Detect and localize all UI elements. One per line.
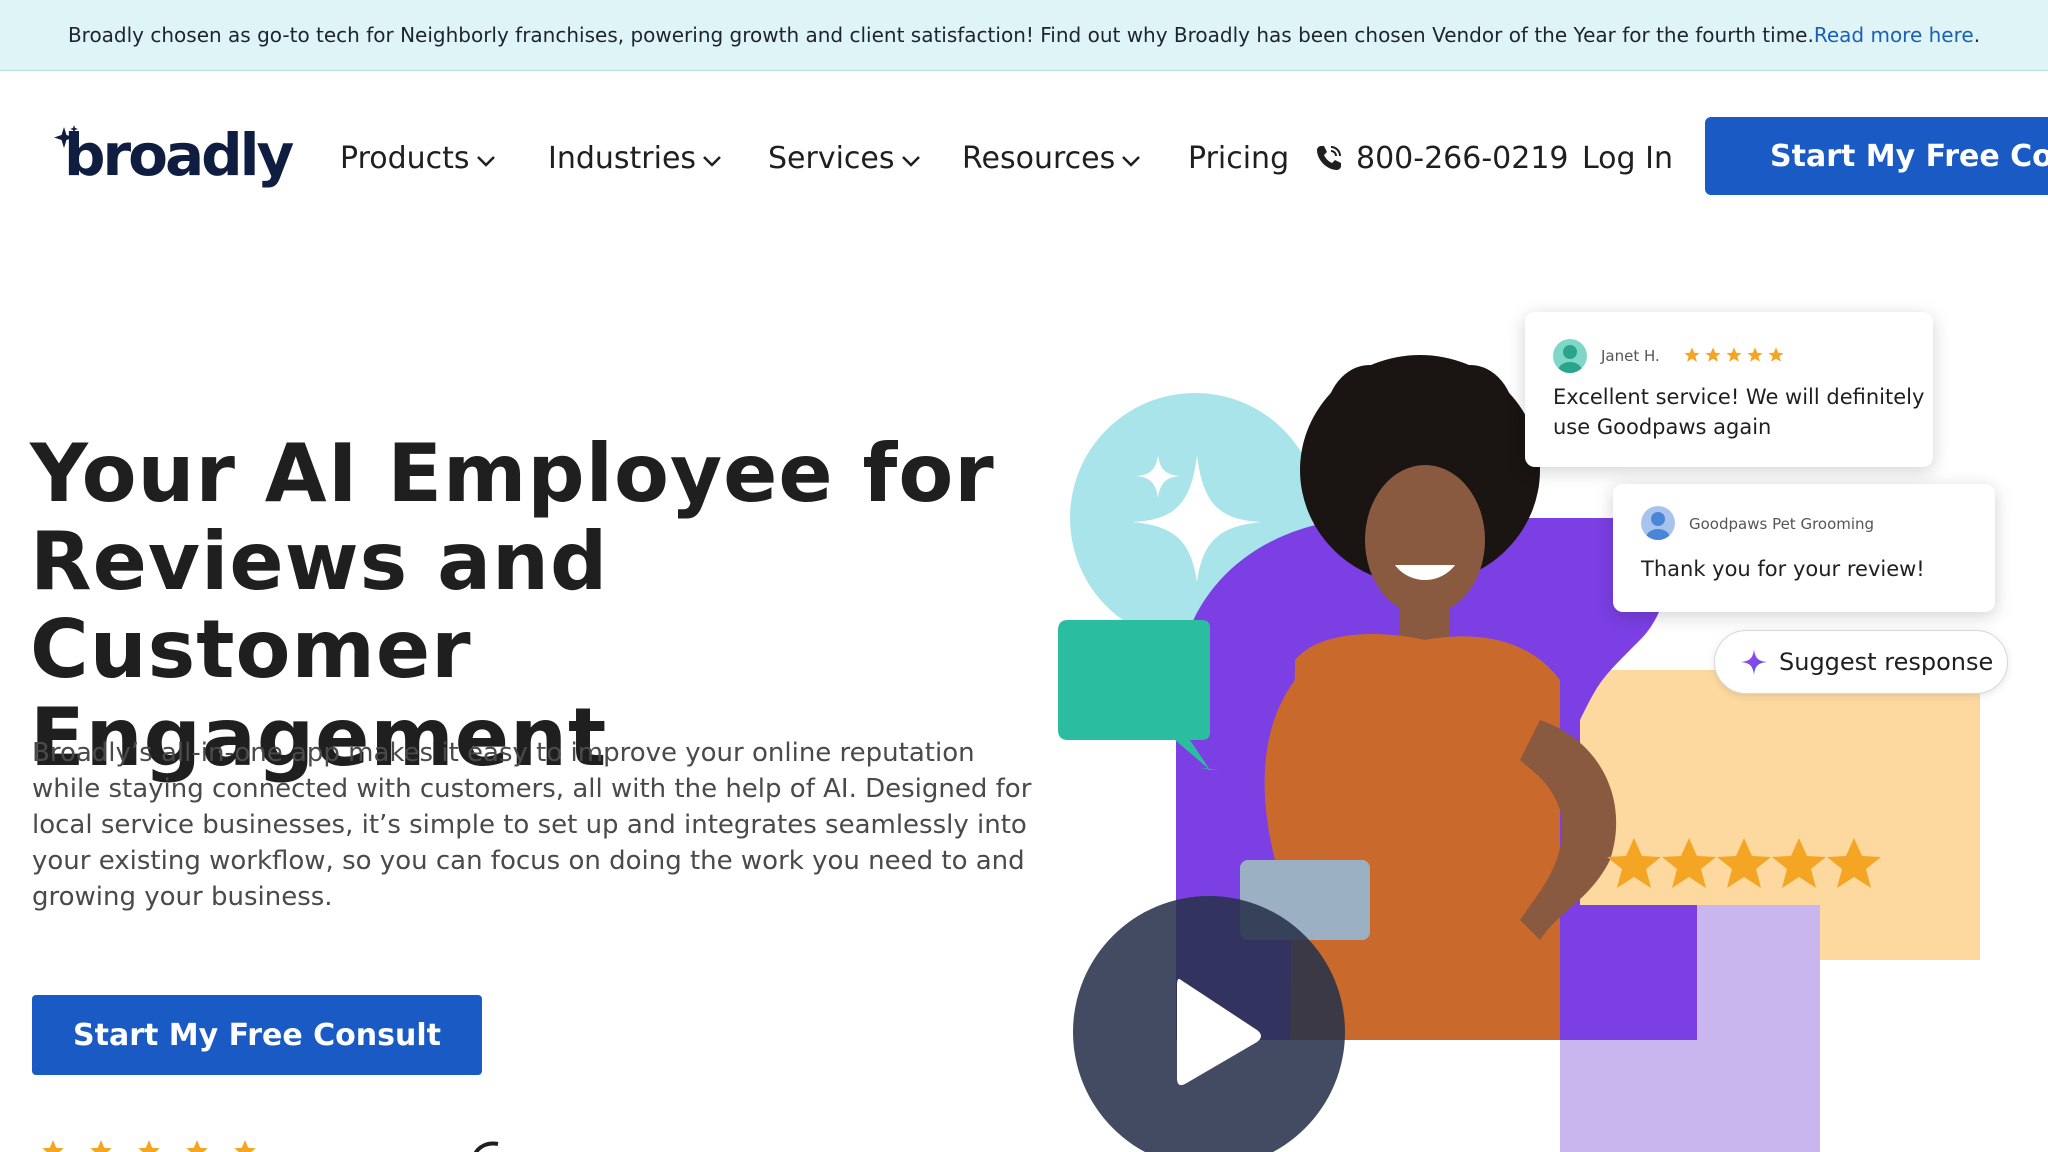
reply-text: Thank you for your review!: [1641, 557, 1925, 581]
banner-suffix: .: [1973, 23, 1981, 47]
review-text: Excellent service! We will definitely us…: [1553, 382, 1924, 442]
review-text-line-1: Excellent service! We will definitely: [1553, 385, 1925, 409]
star-icon: [138, 1140, 160, 1152]
banner-text: Broadly chosen as go-to tech for Neighbo…: [67, 23, 1814, 47]
nav-pricing-label: Pricing: [1188, 140, 1290, 176]
star-icon: [234, 1140, 256, 1152]
star-icon: [1768, 347, 1784, 362]
star-icon: [1705, 347, 1721, 362]
user-avatar-icon: [1641, 506, 1675, 540]
nav-resources-label: Resources: [962, 140, 1116, 176]
hero-headline: Your AI Employee for Reviews and Custome…: [30, 430, 1030, 782]
review-text-line-2: use Goodpaws again: [1553, 415, 1772, 439]
banner-read-more-link[interactable]: Read more here: [1814, 23, 1974, 47]
nav-start-consult-button[interactable]: Start My Free Consult: [1705, 117, 2048, 195]
review-card: Janet H. Excellent service! We will defi…: [1525, 312, 1933, 467]
headline-line-1: Your AI Employee for: [30, 427, 995, 520]
nav-cta-label: Start My Free Consult: [1770, 138, 2048, 174]
video-play-button[interactable]: [1073, 896, 1345, 1152]
logo-wordmark: broadly: [64, 121, 294, 189]
chevron-down-icon: [703, 156, 721, 167]
review-stars: [1683, 346, 1785, 364]
hero-cta-label: Start My Free Consult: [73, 1017, 441, 1053]
suggest-response-button[interactable]: Suggest response: [1714, 630, 2008, 694]
star-icon: [90, 1140, 112, 1152]
star-icon: [1726, 347, 1742, 362]
nav-login[interactable]: Log In: [1582, 133, 1673, 183]
login-label: Log In: [1582, 140, 1673, 176]
star-icon: [1684, 347, 1700, 362]
nav-services-label: Services: [768, 140, 895, 176]
rating-stars: [40, 1138, 258, 1152]
nav-industries-label: Industries: [548, 140, 697, 176]
play-icon: [1177, 978, 1261, 1086]
sparkle-ai-icon: [1741, 649, 1767, 675]
phone-icon: [1317, 146, 1341, 170]
phone-number: 800-266-0219: [1356, 140, 1569, 176]
main-navigation: broadly Products Industries Services Res…: [0, 71, 2048, 239]
user-avatar-icon: [1553, 339, 1587, 373]
announcement-banner: Broadly chosen as go-to tech for Neighbo…: [0, 0, 2048, 71]
hero-start-consult-button[interactable]: Start My Free Consult: [32, 995, 482, 1075]
nav-pricing[interactable]: Pricing: [1188, 133, 1289, 183]
nav-products[interactable]: Products: [340, 133, 496, 183]
nav-industries[interactable]: Industries: [548, 133, 722, 183]
nav-products-label: Products: [340, 140, 470, 176]
headline-line-2: Reviews and Customer: [30, 515, 609, 696]
star-icon: [186, 1140, 208, 1152]
nav-phone[interactable]: 800-266-0219: [1314, 133, 1569, 183]
review-site-logo-icon: [473, 1141, 499, 1152]
chevron-down-icon: [1122, 156, 1141, 167]
business-name: Goodpaws Pet Grooming: [1689, 515, 1875, 533]
star-icon: [1747, 347, 1763, 362]
chevron-down-icon: [901, 156, 920, 167]
star-icon: [42, 1140, 64, 1152]
hero-subcopy: Broadly’s all-in-one app makes it easy t…: [32, 738, 1032, 912]
nav-services[interactable]: Services: [768, 133, 921, 183]
reviewer-name: Janet H.: [1601, 347, 1660, 365]
reply-card: Goodpaws Pet Grooming Thank you for your…: [1613, 484, 1995, 612]
suggest-response-label: Suggest response: [1779, 648, 1994, 676]
broadly-logo[interactable]: broadly: [52, 121, 294, 193]
chevron-down-icon: [476, 156, 495, 167]
hero-illustration: Janet H. Excellent service! We will defi…: [1040, 300, 2048, 1152]
nav-resources[interactable]: Resources: [962, 133, 1141, 183]
